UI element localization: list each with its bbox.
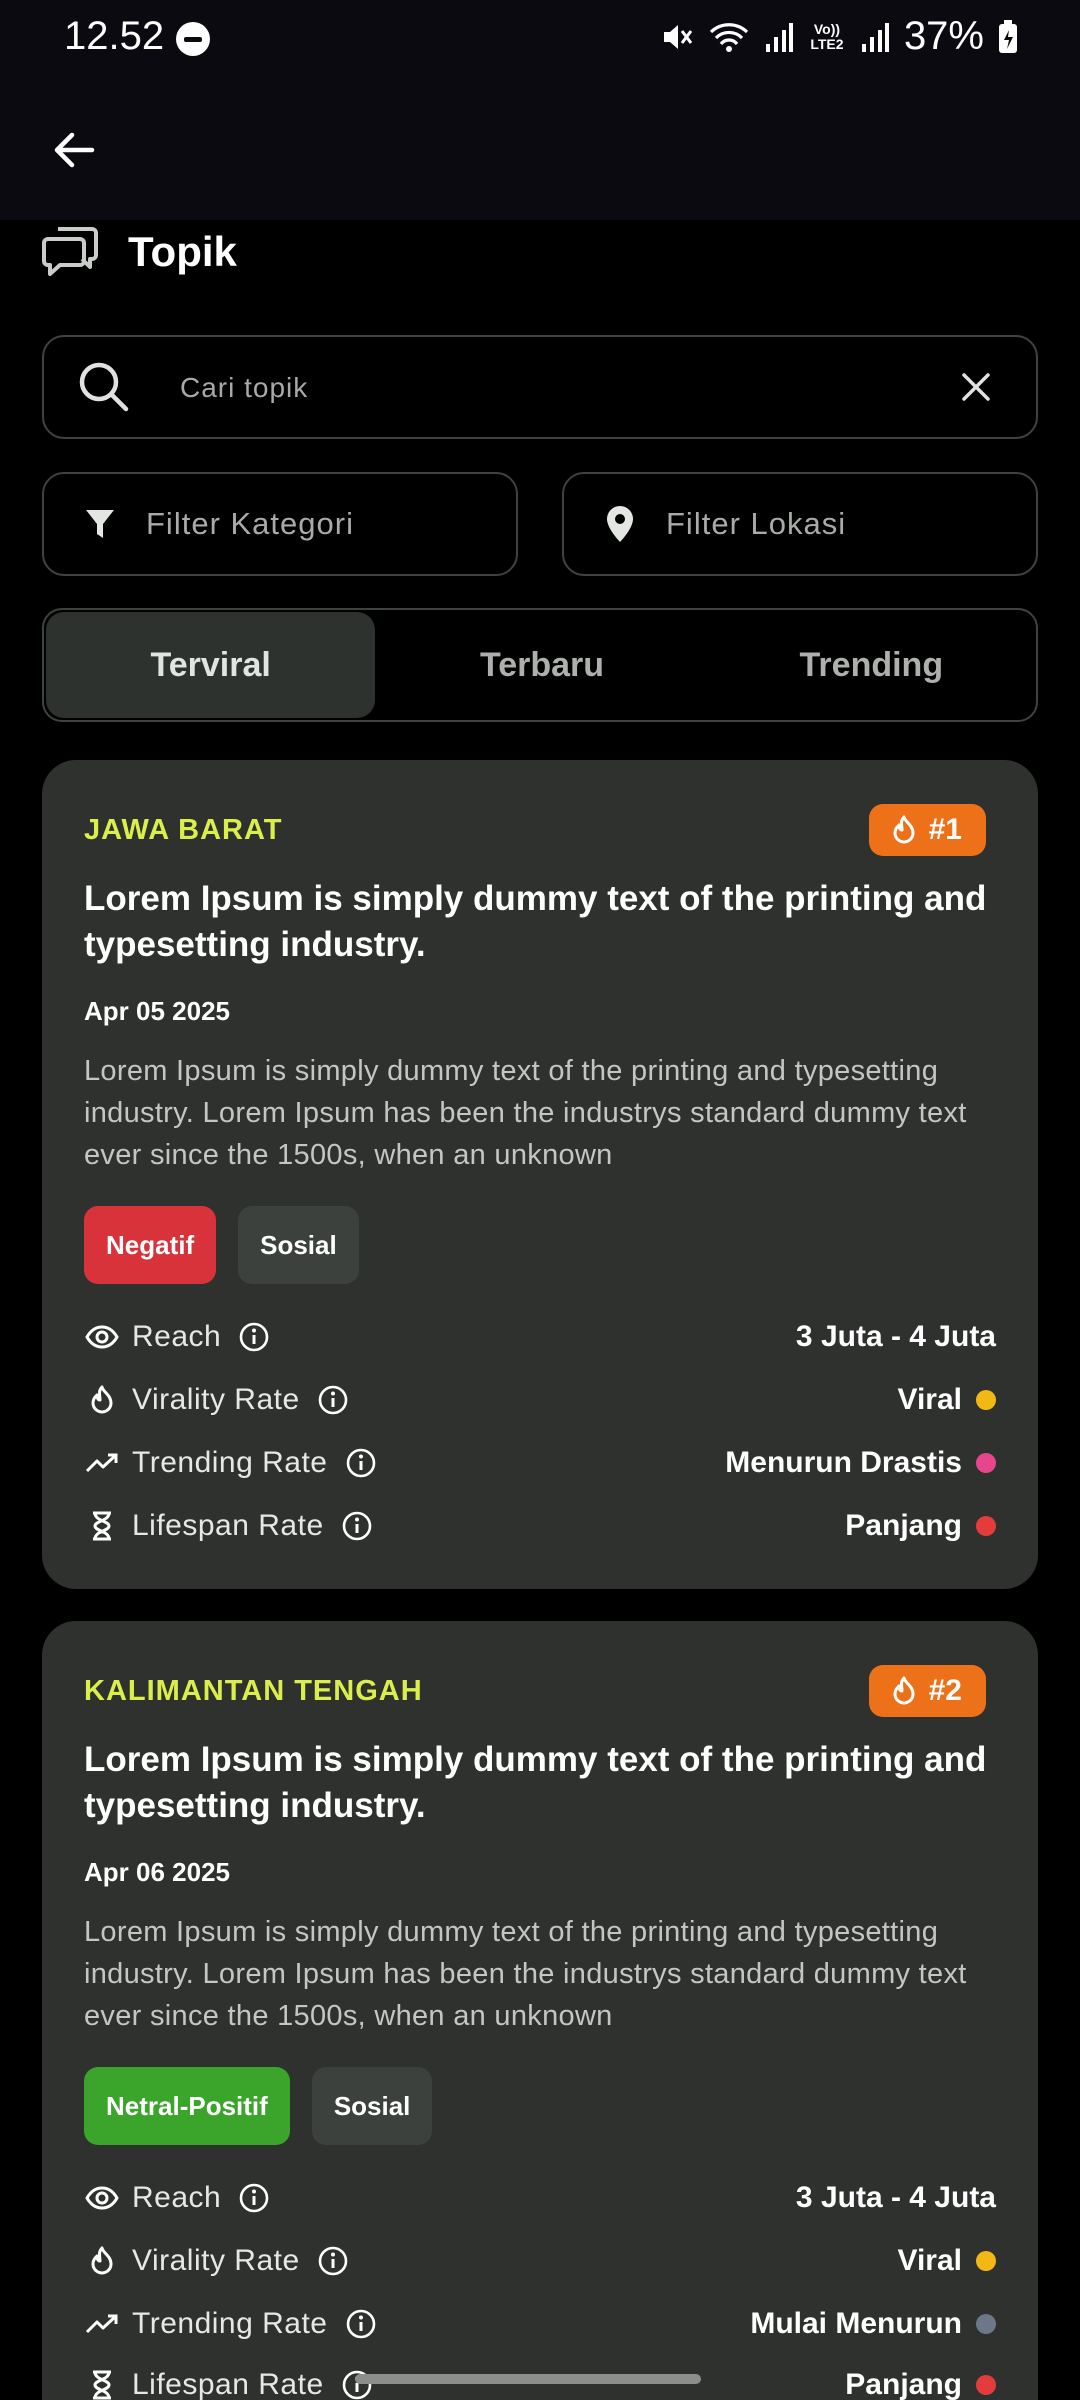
- fire-icon: [893, 815, 915, 844]
- home-indicator[interactable]: [355, 2374, 701, 2384]
- metric-value: 3 Juta - 4 Juta: [795, 1320, 996, 1353]
- battery-charging-icon: [999, 19, 1017, 53]
- topic-date: Apr 06 2025: [84, 1857, 230, 1887]
- hourglass-icon: [84, 1511, 120, 1541]
- sentiment-chip: Netral-Positif: [84, 2067, 290, 2145]
- location-pin-icon: [602, 505, 638, 543]
- topic-region: JAWA BARAT: [84, 814, 283, 846]
- status-dot: [976, 1390, 996, 1410]
- search-input[interactable]: [180, 361, 940, 415]
- topic-title: Lorem Ipsum is simply dummy text of the …: [84, 879, 987, 964]
- clear-search-icon[interactable]: [960, 371, 992, 403]
- tab-trending[interactable]: Trending: [707, 610, 1036, 720]
- page-header: Topik: [42, 224, 237, 280]
- topic-tags: Netral-Positif Sosial: [84, 2067, 433, 2145]
- metric-label: Lifespan Rate: [132, 1509, 324, 1542]
- topic-description: Lorem Ipsum is simply dummy text of the …: [84, 1055, 967, 1171]
- filter-location-label: Filter Lokasi: [666, 506, 847, 541]
- topic-tags: Negatif Sosial: [84, 1206, 359, 1284]
- metric-label: Virality Rate: [132, 1383, 300, 1416]
- status-dot: [976, 2375, 996, 2395]
- metric-trending: Trending Rate Mulai Menurun: [84, 2299, 996, 2349]
- tab-terviral[interactable]: Terviral: [46, 612, 376, 718]
- filter-category-label: Filter Kategori: [146, 506, 354, 541]
- info-icon[interactable]: [318, 1385, 348, 1415]
- metric-value: Mulai Menurun: [750, 2307, 962, 2340]
- info-icon[interactable]: [318, 2246, 348, 2276]
- metric-value: Viral: [897, 2244, 963, 2277]
- info-icon[interactable]: [342, 1511, 372, 1541]
- app-bar: [0, 80, 1080, 220]
- eye-icon: [84, 1325, 120, 1349]
- filter-location-button[interactable]: Filter Lokasi: [562, 472, 1038, 576]
- rank-badge: #1: [868, 804, 986, 856]
- metric-value: Viral: [897, 1383, 963, 1416]
- signal-icon-1: [765, 22, 793, 52]
- topic-title: Lorem Ipsum is simply dummy text of the …: [84, 1740, 987, 1825]
- hourglass-icon: [84, 2370, 120, 2400]
- eye-icon: [84, 2186, 120, 2210]
- search-bar: [42, 335, 1038, 439]
- do-not-disturb-icon: [176, 22, 210, 56]
- rank-number: #2: [928, 1674, 962, 1707]
- rank-number: #1: [928, 813, 962, 846]
- status-dot: [976, 1453, 996, 1473]
- tab-terbaru[interactable]: Terbaru: [377, 610, 706, 720]
- status-dot: [976, 2251, 996, 2271]
- status-icons: Vo)) LTE2 37%: [660, 14, 1018, 59]
- category-chip: Sosial: [238, 1206, 359, 1284]
- arrow-left-icon: [54, 132, 95, 168]
- metric-virality: Virality Rate Viral: [84, 1375, 996, 1425]
- info-icon[interactable]: [239, 1322, 269, 1352]
- topic-description: Lorem Ipsum is simply dummy text of the …: [84, 1916, 967, 2032]
- metric-label: Trending Rate: [132, 2307, 328, 2340]
- status-time: 12.52: [64, 14, 165, 58]
- metric-reach: Reach 3 Juta - 4 Juta: [84, 1312, 996, 1362]
- metric-label: Virality Rate: [132, 2244, 300, 2277]
- status-dot: [976, 2314, 996, 2334]
- metric-value: Panjang: [845, 2368, 962, 2400]
- info-icon[interactable]: [346, 1448, 376, 1478]
- status-dot: [976, 1516, 996, 1536]
- search-icon: [79, 362, 129, 412]
- funnel-icon: [82, 508, 118, 540]
- category-chip: Sosial: [311, 2067, 433, 2145]
- battery-percent: 37%: [903, 14, 984, 58]
- trending-up-icon: [84, 2313, 120, 2335]
- metric-value: 3 Juta - 4 Juta: [795, 2181, 996, 2214]
- topic-card[interactable]: KALIMANTAN TENGAH #2 Lorem Ipsum is simp…: [42, 1621, 1038, 2400]
- metric-label: Reach: [132, 1320, 222, 1353]
- sentiment-chip: Negatif: [84, 1206, 217, 1284]
- sort-tabs: Terviral Terbaru Trending: [42, 608, 1038, 722]
- metric-label: Trending Rate: [132, 1446, 328, 1479]
- metric-value: Panjang: [845, 1509, 962, 1542]
- fire-icon: [84, 2246, 120, 2276]
- rank-badge: #2: [868, 1665, 986, 1717]
- metric-reach: Reach 3 Juta - 4 Juta: [84, 2173, 996, 2223]
- metric-label: Lifespan Rate: [132, 2368, 324, 2400]
- topic-date: Apr 05 2025: [84, 996, 230, 1026]
- metric-value: Menurun Drastis: [725, 1446, 962, 1479]
- fire-icon: [893, 1676, 915, 1705]
- chat-bubbles-icon: [42, 227, 98, 276]
- metric-trending: Trending Rate Menurun Drastis: [84, 1438, 996, 1488]
- topic-card[interactable]: JAWA BARAT #1 Lorem Ipsum is simply dumm…: [42, 760, 1038, 1589]
- fire-icon: [84, 1385, 120, 1415]
- info-icon[interactable]: [239, 2183, 269, 2213]
- trending-up-icon: [84, 1452, 120, 1474]
- metric-lifespan: Lifespan Rate Panjang: [84, 1501, 996, 1551]
- metric-virality: Virality Rate Viral: [84, 2236, 996, 2286]
- metric-label: Reach: [132, 2181, 222, 2214]
- signal-icon-2: [861, 22, 889, 52]
- page-title: Topik: [128, 228, 237, 275]
- filter-category-button[interactable]: Filter Kategori: [42, 472, 518, 576]
- back-button[interactable]: [40, 116, 108, 184]
- status-bar: 12.52 Vo)) LTE2 37%: [0, 0, 1080, 80]
- wifi-icon: [709, 22, 749, 52]
- lte-icon: Vo)) LTE2: [810, 20, 844, 52]
- info-icon[interactable]: [346, 2309, 376, 2339]
- topic-region: KALIMANTAN TENGAH: [84, 1675, 423, 1707]
- mute-icon: [663, 24, 693, 49]
